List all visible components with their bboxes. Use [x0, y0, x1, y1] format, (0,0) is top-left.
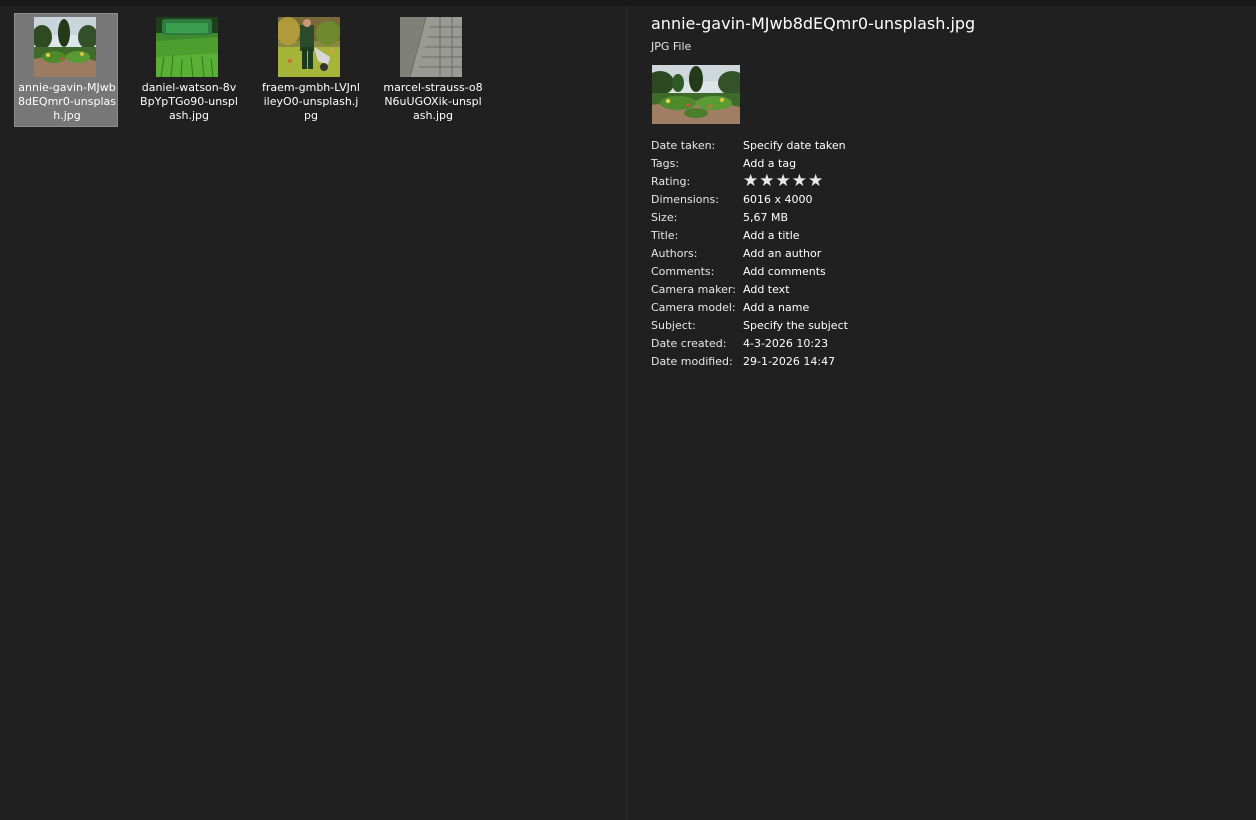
- star-icon[interactable]: ★: [743, 172, 758, 190]
- property-label: Tags:: [651, 157, 680, 170]
- subject-value[interactable]: Specify the subject: [743, 317, 848, 335]
- date-created-value: 4-3-2026 10:23: [743, 337, 829, 350]
- file-name-label: annie-gavin-MJwb8dEQmr0-unsplash.jpg: [18, 81, 116, 122]
- camera-model-value[interactable]: Add a name: [743, 299, 809, 317]
- camera-maker-value[interactable]: Add text: [743, 281, 790, 299]
- file-tile-annie-gavin[interactable]: annie-gavin-MJwb8dEQmr0-unsplash.jpg: [14, 13, 118, 127]
- property-label: Date modified:: [651, 355, 733, 368]
- details-pane: annie-gavin-MJwb8dEQmr0-unsplash.jpg JPG…: [627, 6, 1256, 820]
- star-icon[interactable]: ★: [759, 172, 774, 190]
- property-label: Camera model:: [651, 301, 736, 314]
- property-label: Comments:: [651, 265, 715, 278]
- details-preview-image: [652, 65, 740, 124]
- property-label: Authors:: [651, 247, 698, 260]
- property-label: Camera maker:: [651, 283, 736, 296]
- file-tile-daniel-watson[interactable]: daniel-watson-8vBpYpTGo90-unsplash.jpg: [136, 13, 240, 127]
- rating-stars[interactable]: ★ ★ ★ ★ ★: [743, 172, 823, 190]
- file-tile-fraem-gmbh[interactable]: fraem-gmbh-LVJnlileyO0-unsplash.jpg: [258, 13, 362, 127]
- details-file-name: annie-gavin-MJwb8dEQmr0-unsplash.jpg: [651, 14, 976, 33]
- thumbnail-garden-photo: [34, 17, 96, 77]
- dimensions-value: 6016 x 4000: [743, 193, 813, 206]
- property-label: Title:: [651, 229, 679, 242]
- thumbnail-lawn-mower-photo: [156, 17, 218, 77]
- date-taken-value[interactable]: Specify date taken: [743, 137, 846, 155]
- property-label: Size:: [651, 211, 678, 224]
- property-label: Date created:: [651, 337, 727, 350]
- thumbnail-gardener-photo: [278, 17, 340, 77]
- file-name-label: fraem-gmbh-LVJnlileyO0-unsplash.jpg: [262, 81, 360, 122]
- property-label: Dimensions:: [651, 193, 719, 206]
- date-modified-value: 29-1-2026 14:47: [743, 355, 836, 368]
- property-label: Rating:: [651, 175, 691, 188]
- file-tile-marcel-strauss[interactable]: marcel-strauss-o8N6uUGOXik-unsplash.jpg: [380, 13, 484, 127]
- star-icon[interactable]: ★: [792, 172, 807, 190]
- thumbnail-paving-photo: [400, 17, 462, 77]
- property-label: Subject:: [651, 319, 696, 332]
- details-file-type: JPG File: [651, 40, 692, 53]
- comments-value[interactable]: Add comments: [743, 263, 826, 281]
- star-icon[interactable]: ★: [808, 172, 823, 190]
- authors-value[interactable]: Add an author: [743, 245, 821, 263]
- property-label: Date taken:: [651, 139, 716, 152]
- size-value: 5,67 MB: [743, 211, 789, 224]
- star-icon[interactable]: ★: [776, 172, 791, 190]
- file-name-label: marcel-strauss-o8N6uUGOXik-unsplash.jpg: [383, 81, 483, 122]
- title-value[interactable]: Add a title: [743, 227, 800, 245]
- file-list-pane[interactable]: annie-gavin-MJwb8dEQmr0-unsplash.jpg dan…: [0, 6, 626, 820]
- file-name-label: daniel-watson-8vBpYpTGo90-unsplash.jpg: [140, 81, 238, 122]
